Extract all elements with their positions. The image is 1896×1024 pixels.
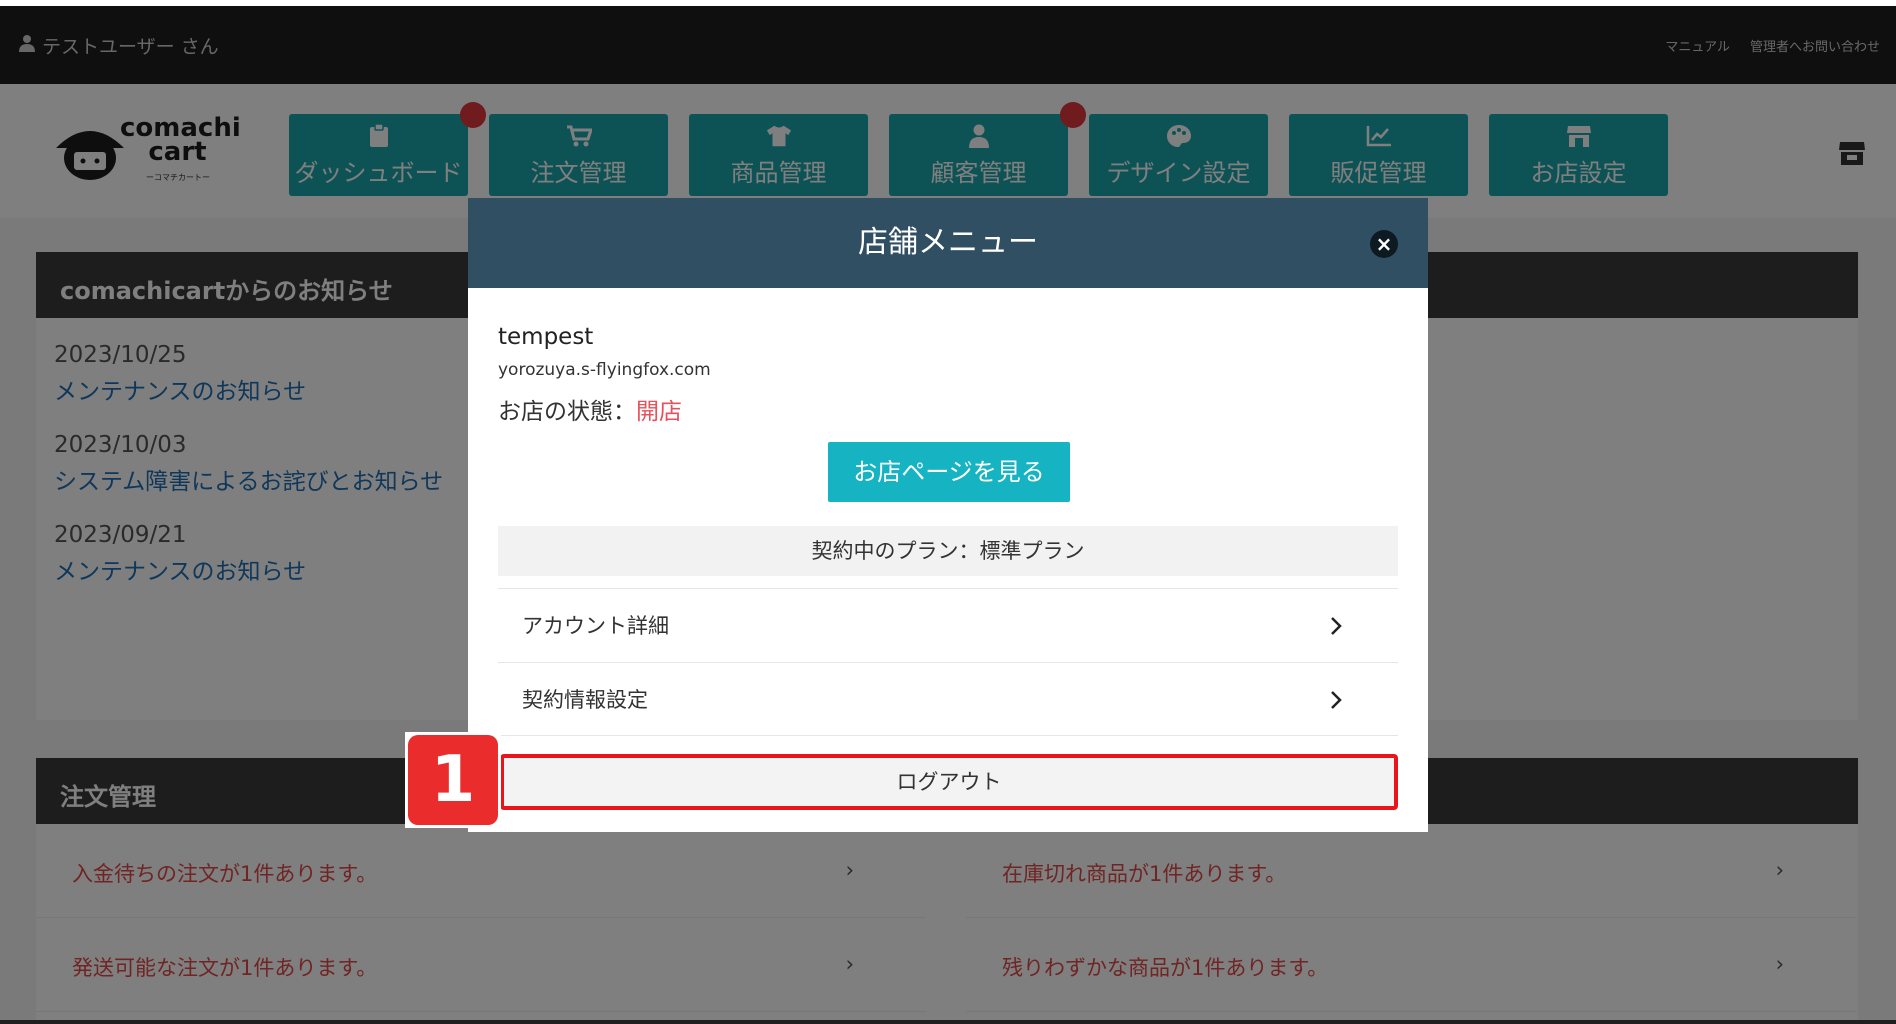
chevron-right-icon — [1330, 663, 1342, 737]
step-number-badge: 1 — [405, 732, 501, 828]
account-details-label: アカウント詳細 — [522, 614, 669, 638]
shop-url: yorozuya.s-flyingfox.com — [498, 360, 711, 380]
account-details-item[interactable]: アカウント詳細 — [498, 588, 1398, 662]
store-menu-modal: 店舗メニュー × tempest yorozuya.s-flyingfox.co… — [468, 198, 1428, 832]
modal-header: 店舗メニュー × — [468, 198, 1428, 288]
plan-label: 契約中のプラン：標準プラン — [498, 526, 1398, 576]
step-number: 1 — [408, 735, 498, 825]
close-icon[interactable]: × — [1370, 230, 1398, 258]
chevron-right-icon — [1330, 589, 1342, 663]
logout-highlight: ログアウト — [500, 754, 1398, 810]
shop-name: tempest — [498, 324, 594, 350]
shop-status: お店の状態：開店 — [498, 392, 682, 426]
contract-settings-label: 契約情報設定 — [522, 688, 648, 712]
view-store-button[interactable]: お店ページを見る — [828, 442, 1070, 502]
bottom-border — [0, 1020, 1896, 1024]
contract-settings-item[interactable]: 契約情報設定 — [498, 662, 1398, 736]
logout-button[interactable]: ログアウト — [504, 758, 1394, 806]
shop-status-value: 開店 — [636, 399, 682, 425]
modal-title: 店舗メニュー — [858, 225, 1038, 260]
shop-status-label: お店の状態： — [498, 399, 636, 425]
